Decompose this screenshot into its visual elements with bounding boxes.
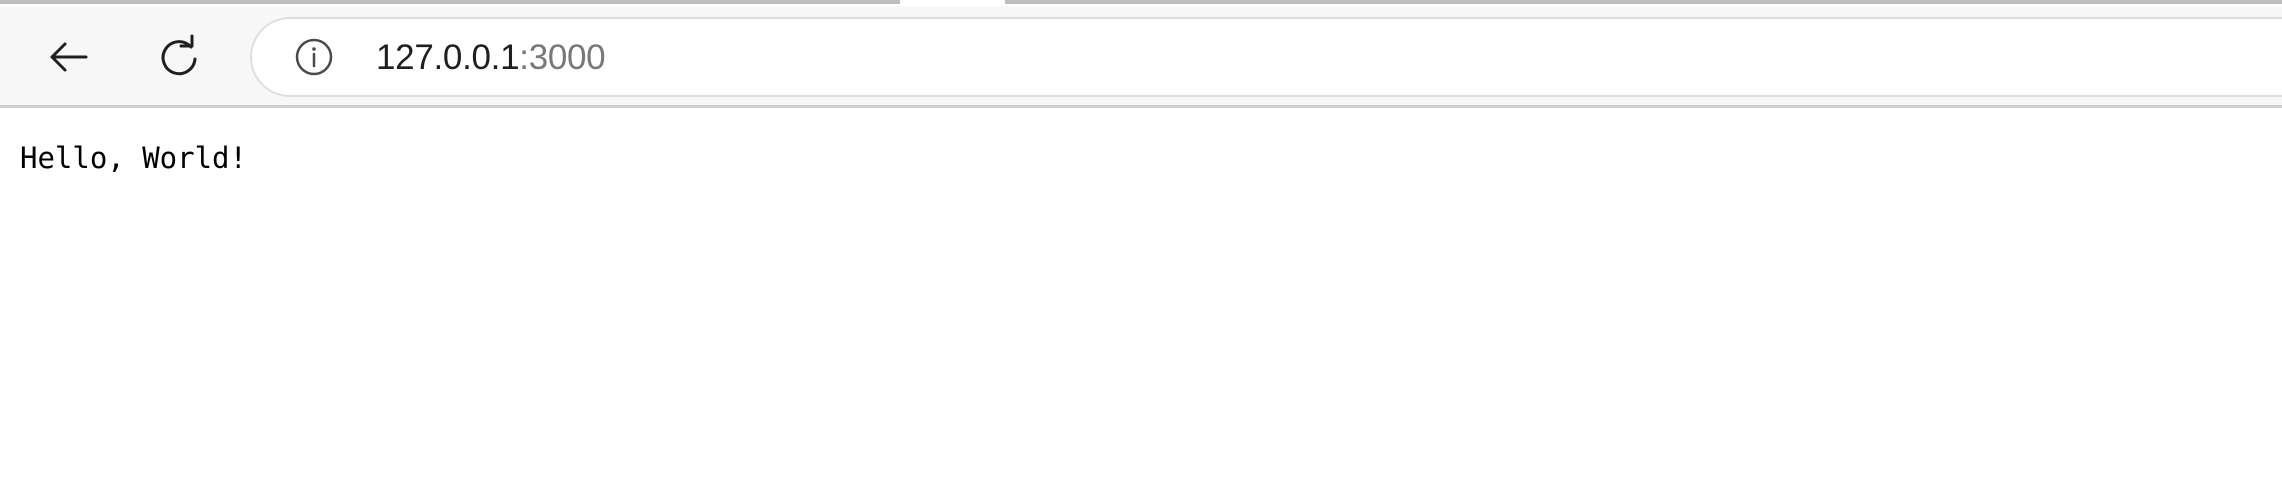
browser-toolbar: 127.0.0.1:3000 — [0, 0, 2282, 108]
reload-icon — [161, 34, 197, 76]
inactive-tab-right[interactable] — [1005, 0, 2282, 4]
tab-strip — [0, 0, 2282, 6]
url-port: :3000 — [519, 38, 606, 77]
url-host: 127.0.0.1 — [376, 38, 520, 77]
inactive-tab-left[interactable] — [0, 0, 900, 4]
address-bar[interactable]: 127.0.0.1:3000 — [250, 17, 2282, 97]
back-arrow-icon — [50, 42, 88, 72]
url-text[interactable]: 127.0.0.1:3000 — [376, 36, 606, 80]
page-content: Hello, World! — [0, 108, 2282, 485]
back-button[interactable] — [34, 22, 104, 92]
hello-world-text: Hello, World! — [20, 141, 247, 175]
site-info-button[interactable] — [294, 37, 334, 77]
info-icon — [295, 38, 333, 76]
reload-button[interactable] — [144, 22, 214, 92]
